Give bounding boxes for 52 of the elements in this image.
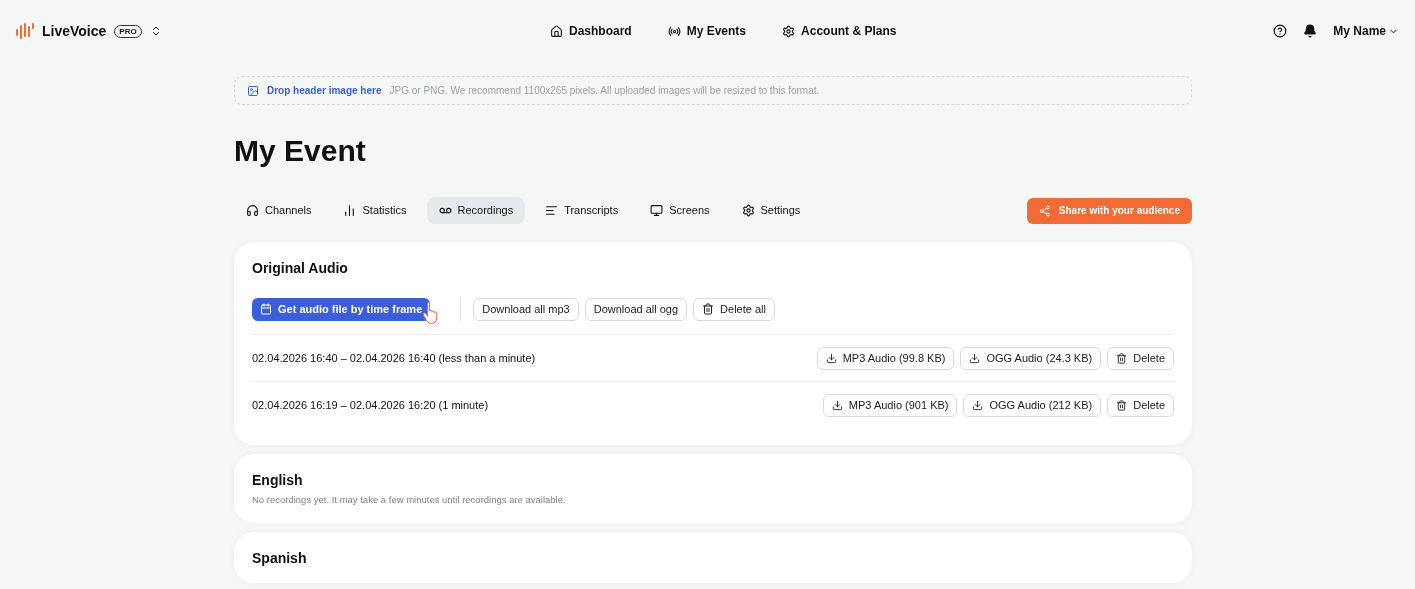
tab[interactable]: Screens — [638, 197, 722, 224]
trash-icon — [1116, 400, 1128, 411]
delete-button[interactable]: Delete — [1107, 346, 1174, 370]
nav-link[interactable]: Dashboard — [550, 22, 632, 40]
tab[interactable]: Transcripts — [533, 197, 631, 224]
help-icon[interactable] — [1273, 24, 1288, 38]
home-icon — [550, 24, 563, 38]
gear-icon — [782, 24, 796, 38]
nav-link[interactable]: Account & Plans — [782, 22, 897, 40]
trash-icon — [702, 303, 715, 315]
download-all-button[interactable]: Download all ogg — [584, 297, 688, 321]
download-icon — [831, 400, 843, 411]
dropzone-link[interactable]: Drop header image here — [267, 83, 382, 98]
download-all-button[interactable]: Download all mp3 — [473, 297, 579, 321]
tab[interactable]: Recordings — [426, 197, 526, 224]
header-image-dropzone[interactable]: Drop header image here JPG or PNG. We recommend 1100x265 pixels. All uploaded images will be resized to this format. — [234, 76, 1192, 105]
delete-all-button[interactable]: Delete all — [693, 297, 775, 321]
download-icon — [825, 352, 837, 364]
nav-link[interactable]: My Events — [667, 22, 747, 40]
download-icon — [972, 400, 984, 411]
bell-icon[interactable] — [1303, 24, 1318, 38]
bar-chart-icon — [343, 204, 357, 217]
page-title: My Event — [234, 133, 367, 169]
ogg-download-button[interactable]: OGG Audio (24.3 KB) — [960, 346, 1102, 370]
section-title: Spanish — [252, 549, 308, 568]
ogg-download-button[interactable]: OGG Audio (212 KB) — [963, 394, 1102, 417]
user-menu[interactable]: My Name — [1333, 22, 1399, 40]
logo-icon — [16, 22, 34, 40]
mp3-download-button[interactable]: MP3 Audio (99.8 KB) — [816, 346, 955, 370]
gear-icon — [741, 204, 755, 217]
tab[interactable]: Channels — [234, 197, 324, 224]
calendar-icon — [260, 303, 272, 315]
section-title: Original Audio — [252, 259, 349, 277]
broadcast-icon — [667, 24, 681, 38]
download-icon — [969, 352, 981, 364]
mp3-download-button[interactable]: MP3 Audio (901 KB) — [822, 394, 958, 417]
dropzone-hint: JPG or PNG. We recommend 1100x265 pixels. All uploaded images will be resized to this format. — [389, 84, 820, 98]
brand-name: LiveVoice — [42, 21, 107, 41]
time-frame-button[interactable]: Get audio file by time frame — [252, 297, 431, 321]
share-icon — [1038, 204, 1051, 217]
monitor-icon — [650, 204, 664, 217]
section-title: English — [252, 471, 304, 489]
tab[interactable]: Statistics — [331, 197, 419, 224]
lines-icon — [545, 204, 559, 217]
trash-icon — [1116, 352, 1128, 364]
delete-button[interactable]: Delete — [1107, 394, 1174, 417]
tab[interactable]: Settings — [729, 197, 813, 224]
image-icon — [247, 84, 259, 97]
recording-range: 02.04.2026 16:40 – 02.04.2026 16:40 (less than a minute) — [252, 350, 536, 366]
recording-range: 02.04.2026 16:19 – 02.04.2026 16:20 (1 minute) — [252, 398, 489, 414]
headphones-icon — [246, 204, 259, 217]
empty-message: No recordings yet. It may take a few minutes until recordings are available. — [252, 493, 567, 507]
